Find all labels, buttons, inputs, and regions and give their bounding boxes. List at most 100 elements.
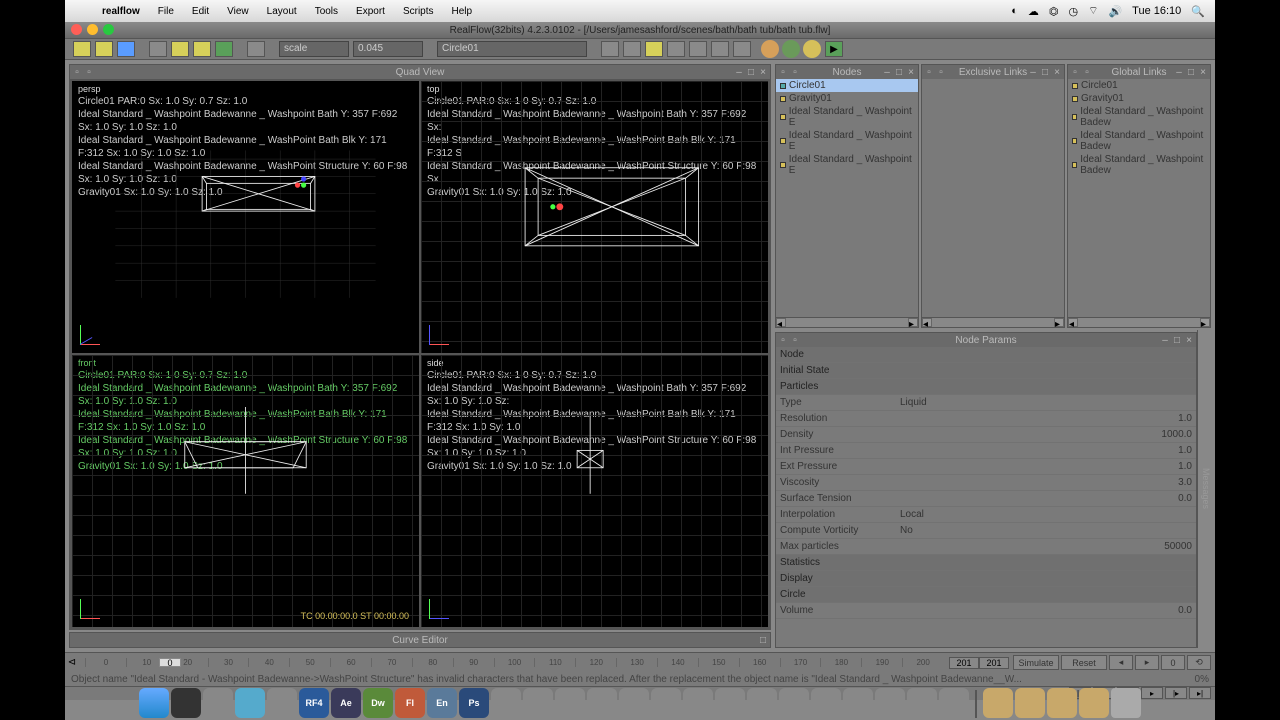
menubar-extra-icon[interactable]: ◐	[1011, 5, 1018, 17]
toolbar-button[interactable]	[215, 41, 233, 57]
maximize-icon[interactable]: □	[894, 67, 904, 78]
sim-button[interactable]	[782, 40, 800, 58]
global-links-list[interactable]: Circle01 Gravity01 Ideal Standard _ Wash…	[1068, 79, 1210, 317]
scale-value[interactable]: 0.045	[353, 41, 423, 57]
dock-flash[interactable]: Fl	[395, 688, 425, 718]
menubar-extra-icon[interactable]: ☁	[1028, 5, 1039, 18]
dock-app[interactable]	[523, 688, 553, 718]
toolbar-button[interactable]	[601, 41, 619, 57]
param-row[interactable]: Display	[776, 571, 1196, 587]
dock-after-effects[interactable]: Ae	[331, 688, 361, 718]
minimize-button[interactable]	[87, 24, 98, 35]
dock-app[interactable]	[587, 688, 617, 718]
close-icon[interactable]: ×	[1184, 335, 1194, 346]
timeline-ruler[interactable]: 0 01020304050607080901001101201301401501…	[79, 658, 949, 667]
wifi-icon[interactable]: ⌔	[1088, 4, 1098, 18]
sim-button[interactable]	[803, 40, 821, 58]
dock-app[interactable]	[203, 688, 233, 718]
menu-edit[interactable]: Edit	[183, 6, 218, 17]
close-button[interactable]	[71, 24, 82, 35]
list-item[interactable]: Ideal Standard _ Washpoint E	[776, 153, 918, 177]
reset-button[interactable]: Reset	[1061, 655, 1107, 670]
dock-app[interactable]	[491, 688, 521, 718]
dock-app[interactable]	[651, 688, 681, 718]
minimize-icon[interactable]: –	[1028, 67, 1038, 78]
nodes-list[interactable]: Circle01 Gravity01 Ideal Standard _ Wash…	[776, 79, 918, 317]
dock-app[interactable]	[811, 688, 841, 718]
dock-app[interactable]	[619, 688, 649, 718]
toolbar-button[interactable]	[689, 41, 707, 57]
scrollbar[interactable]: ◂▸	[1068, 317, 1210, 327]
toolbar-button[interactable]	[171, 41, 189, 57]
param-row[interactable]: Volume0.0	[776, 603, 1196, 619]
param-row[interactable]: Circle	[776, 587, 1196, 603]
param-row[interactable]: InterpolationLocal	[776, 507, 1196, 523]
menu-tools[interactable]: Tools	[306, 6, 347, 17]
dock-folder[interactable]	[1047, 688, 1077, 718]
viewport-side[interactable]: side Circle01 PAR:0 Sx: 1.0 Sy: 0.7 Sz: …	[421, 355, 768, 627]
toolbar-button[interactable]	[623, 41, 641, 57]
toolbar-button[interactable]	[247, 41, 265, 57]
timeline-playhead[interactable]: 0	[159, 658, 181, 667]
maximize-icon[interactable]: □	[1186, 67, 1196, 78]
dock-app[interactable]	[779, 688, 809, 718]
zoom-button[interactable]	[103, 24, 114, 35]
param-row[interactable]: Particles	[776, 379, 1196, 395]
close-icon[interactable]: ×	[758, 67, 768, 78]
dock-folder[interactable]	[1015, 688, 1045, 718]
dock-realflow[interactable]: RF4	[299, 688, 329, 718]
param-row[interactable]: Max particles50000	[776, 539, 1196, 555]
list-item[interactable]: Circle01	[776, 79, 918, 92]
param-row[interactable]: Viscosity3.0	[776, 475, 1196, 491]
prev-frame-button[interactable]: ◂	[1109, 655, 1133, 670]
dock-dashboard[interactable]	[171, 688, 201, 718]
param-row[interactable]: Density1000.0	[776, 427, 1196, 443]
dock-safari[interactable]	[235, 688, 265, 718]
dock-app[interactable]	[843, 688, 873, 718]
dock-app[interactable]	[747, 688, 777, 718]
exclusive-links-list[interactable]	[922, 79, 1064, 317]
minimize-icon[interactable]: –	[1160, 335, 1170, 346]
dock-app[interactable]	[267, 688, 297, 718]
param-row[interactable]: TypeLiquid	[776, 395, 1196, 411]
maximize-icon[interactable]: □	[1172, 335, 1182, 346]
expand-icon[interactable]: □	[760, 635, 766, 646]
menu-layout[interactable]: Layout	[258, 6, 306, 17]
toolbar-button[interactable]	[117, 41, 135, 57]
list-item[interactable]: Gravity01	[1068, 92, 1210, 105]
curve-editor-panel[interactable]: Curve Editor □	[69, 632, 771, 648]
menu-help[interactable]: Help	[443, 6, 482, 17]
close-icon[interactable]: ×	[906, 67, 916, 78]
timeline-range[interactable]: 201	[979, 657, 1009, 669]
dock-app[interactable]	[875, 688, 905, 718]
viewport-persp[interactable]: persp Circle01 PAR:0 Sx: 1.0 Sy: 0.7 Sz:…	[72, 81, 419, 353]
timeline[interactable]: ⊲ 0 010203040506070809010011012013014015…	[65, 652, 1215, 672]
menu-scripts[interactable]: Scripts	[394, 6, 443, 17]
panel-button[interactable]: ▫	[84, 67, 94, 78]
dock-finder[interactable]	[139, 688, 169, 718]
dock-trash[interactable]	[1111, 688, 1141, 718]
frame-field[interactable]: 0	[1161, 655, 1185, 670]
menu-view[interactable]: View	[218, 6, 258, 17]
param-row[interactable]: Surface Tension0.0	[776, 491, 1196, 507]
toolbar-button[interactable]	[733, 41, 751, 57]
select-tool[interactable]	[149, 41, 167, 57]
viewport-top[interactable]: top Circle01 PAR:0 Sx: 1.0 Sy: 0.7 Sz: 1…	[421, 81, 768, 353]
list-item[interactable]: Ideal Standard _ Washpoint Badew	[1068, 105, 1210, 129]
dock-app[interactable]	[907, 688, 937, 718]
menu-file[interactable]: File	[149, 6, 183, 17]
panel-button[interactable]: ▫	[72, 67, 82, 78]
toolbar-button[interactable]	[95, 41, 113, 57]
next-frame-button[interactable]: ▸	[1135, 655, 1159, 670]
spotlight-icon[interactable]: 🔍	[1191, 5, 1205, 18]
scrollbar[interactable]: ◂▸	[922, 317, 1064, 327]
toolbar-button[interactable]	[711, 41, 729, 57]
list-item[interactable]: Gravity01	[776, 92, 918, 105]
minimize-icon[interactable]: –	[1174, 67, 1184, 78]
viewport-front[interactable]: front Circle01 PAR:0 Sx: 1.0 Sy: 0.7 Sz:…	[72, 355, 419, 627]
maximize-icon[interactable]: □	[1040, 67, 1050, 78]
close-icon[interactable]: ×	[1198, 67, 1208, 78]
loop-button[interactable]: ⟲	[1187, 655, 1211, 670]
list-item[interactable]: Circle01	[1068, 79, 1210, 92]
param-row[interactable]: Initial State	[776, 363, 1196, 379]
